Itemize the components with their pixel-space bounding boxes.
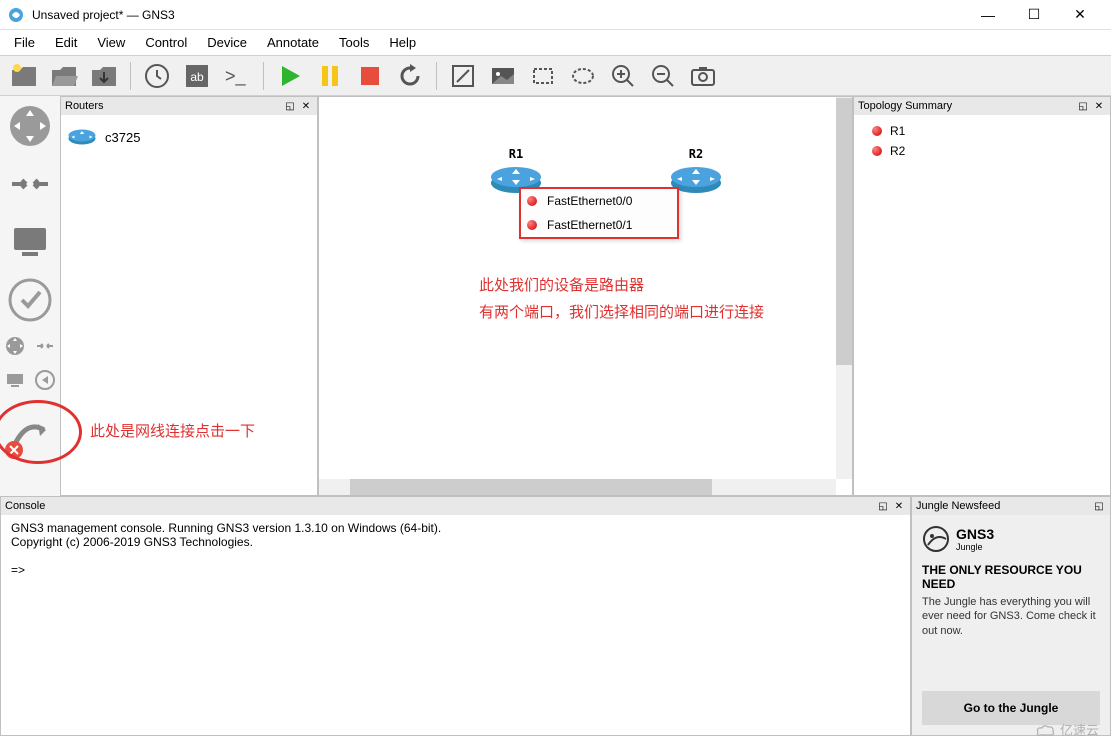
svg-text:ab: ab bbox=[190, 70, 204, 84]
browse-button[interactable] bbox=[33, 368, 57, 392]
new-project-button[interactable] bbox=[6, 58, 42, 94]
canvas-scrollbar-horizontal[interactable] bbox=[319, 479, 836, 495]
menu-bar: File Edit View Control Device Annotate T… bbox=[0, 30, 1111, 56]
security-devices-category-button[interactable] bbox=[6, 276, 54, 324]
news-headline: THE ONLY RESOURCE YOU NEED bbox=[922, 563, 1100, 591]
ellipse-button[interactable] bbox=[565, 58, 601, 94]
undock-icon[interactable]: ◱ bbox=[1092, 499, 1106, 513]
console-output[interactable]: GNS3 management console. Running GNS3 ve… bbox=[1, 515, 910, 735]
console-button[interactable]: >_ bbox=[219, 58, 255, 94]
console-panel: Console ◱ ✕ GNS3 management console. Run… bbox=[0, 496, 911, 736]
toolbar: ab >_ bbox=[0, 56, 1111, 96]
screenshot-button[interactable] bbox=[685, 58, 721, 94]
menu-file[interactable]: File bbox=[4, 31, 45, 54]
router-item-label: c3725 bbox=[105, 130, 140, 145]
status-dot-icon bbox=[527, 196, 537, 206]
routers-category-button[interactable] bbox=[6, 102, 54, 150]
port-menu-item[interactable]: FastEthernet0/1 bbox=[521, 213, 677, 237]
status-dot-icon bbox=[872, 146, 882, 156]
zoom-in-button[interactable] bbox=[605, 58, 641, 94]
undock-icon[interactable]: ◱ bbox=[283, 99, 297, 113]
canvas[interactable]: R1 R2 FastEthernet0/0 FastEthernet0/1 此处… bbox=[318, 96, 853, 496]
maximize-button[interactable]: ☐ bbox=[1011, 0, 1057, 30]
port-menu-item[interactable]: FastEthernet0/0 bbox=[521, 189, 677, 213]
menu-view[interactable]: View bbox=[87, 31, 135, 54]
topology-panel-title: Topology Summary bbox=[858, 100, 1074, 112]
news-text: The Jungle has everything you will ever … bbox=[922, 595, 1100, 638]
menu-annotate[interactable]: Annotate bbox=[257, 31, 329, 54]
status-dot-icon bbox=[872, 126, 882, 136]
jungle-newsfeed-panel: Jungle Newsfeed ◱ GNS3Jungle THE ONLY RE… bbox=[911, 496, 1111, 736]
zoom-out-button[interactable] bbox=[645, 58, 681, 94]
cloud-button[interactable] bbox=[33, 334, 57, 358]
menu-device[interactable]: Device bbox=[197, 31, 257, 54]
menu-edit[interactable]: Edit bbox=[45, 31, 87, 54]
switches-category-button[interactable] bbox=[6, 160, 54, 208]
news-panel-title: Jungle Newsfeed bbox=[916, 500, 1090, 512]
canvas-scrollbar-vertical[interactable] bbox=[836, 97, 852, 479]
menu-control[interactable]: Control bbox=[135, 31, 197, 54]
canvas-annotation: 此处我们的设备是路由器 有两个端口，我们选择相同的端口进行连接 bbox=[479, 272, 764, 326]
vpcs-button[interactable] bbox=[3, 368, 27, 392]
undock-icon[interactable]: ◱ bbox=[876, 499, 890, 513]
topology-item[interactable]: R1 bbox=[860, 121, 1104, 141]
watermark: 亿速云 bbox=[1034, 720, 1099, 739]
router-item[interactable]: c3725 bbox=[65, 119, 313, 155]
port-context-menu: FastEthernet0/0 FastEthernet0/1 bbox=[519, 187, 679, 239]
reload-all-button[interactable] bbox=[392, 58, 428, 94]
all-devices-button[interactable] bbox=[3, 334, 27, 358]
window-title: Unsaved project* — GNS3 bbox=[32, 8, 965, 22]
menu-help[interactable]: Help bbox=[379, 31, 426, 54]
start-all-button[interactable] bbox=[272, 58, 308, 94]
rectangle-button[interactable] bbox=[525, 58, 561, 94]
stop-all-button[interactable] bbox=[352, 58, 388, 94]
show-labels-button[interactable]: ab bbox=[179, 58, 215, 94]
close-panel-icon[interactable]: ✕ bbox=[299, 99, 313, 113]
console-panel-title: Console bbox=[5, 500, 874, 512]
image-button[interactable] bbox=[485, 58, 521, 94]
link-tool-button[interactable] bbox=[6, 410, 54, 458]
snapshot-button[interactable] bbox=[139, 58, 175, 94]
title-bar: Unsaved project* — GNS3 — ☐ ✕ bbox=[0, 0, 1111, 30]
link-tool-annotation: 此处是网线连接点击一下 bbox=[90, 420, 255, 441]
gns3-jungle-logo: GNS3Jungle bbox=[922, 525, 1100, 553]
note-button[interactable] bbox=[445, 58, 481, 94]
topology-item[interactable]: R2 bbox=[860, 141, 1104, 161]
app-icon bbox=[8, 7, 24, 23]
minimize-button[interactable]: — bbox=[965, 0, 1011, 30]
menu-tools[interactable]: Tools bbox=[329, 31, 379, 54]
undock-icon[interactable]: ◱ bbox=[1076, 99, 1090, 113]
device-dock bbox=[0, 96, 60, 496]
svg-text:>_: >_ bbox=[225, 66, 247, 87]
open-project-button[interactable] bbox=[46, 58, 82, 94]
topology-panel: Topology Summary ◱ ✕ R1 R2 bbox=[853, 96, 1111, 496]
end-devices-category-button[interactable] bbox=[6, 218, 54, 266]
router-icon bbox=[67, 126, 97, 148]
status-dot-icon bbox=[527, 220, 537, 230]
close-panel-icon[interactable]: ✕ bbox=[892, 499, 906, 513]
pause-all-button[interactable] bbox=[312, 58, 348, 94]
save-project-button[interactable] bbox=[86, 58, 122, 94]
routers-panel-title: Routers bbox=[65, 100, 281, 112]
cancel-badge-icon bbox=[4, 440, 24, 460]
close-panel-icon[interactable]: ✕ bbox=[1092, 99, 1106, 113]
close-button[interactable]: ✕ bbox=[1057, 0, 1103, 30]
